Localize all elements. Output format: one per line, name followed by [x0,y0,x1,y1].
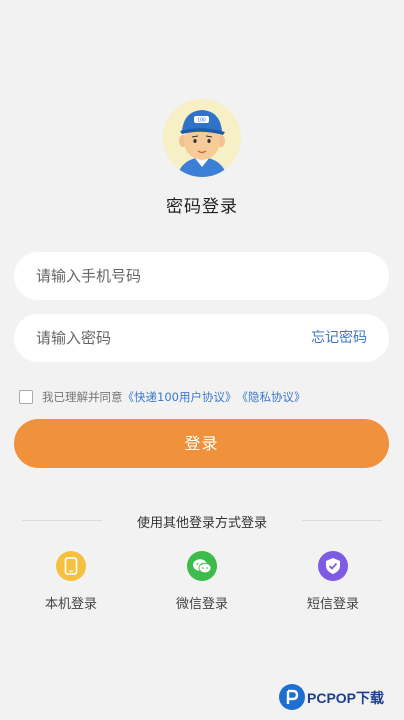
agreement-row: 我已理解并同意 《快递100用户协议》 《隐私协议》 [19,389,305,405]
phone-field[interactable] [14,252,389,300]
wechat-icon [187,551,217,581]
user-agreement-link[interactable]: 《快递100用户协议》 [123,389,237,405]
password-input[interactable] [36,314,296,362]
wechat-login-label: 微信登录 [175,597,228,612]
agree-prefix: 我已理解并同意 [42,390,123,404]
local-login-label: 本机登录 [44,597,97,612]
privacy-agreement-link[interactable]: 《隐私协议》 [236,389,305,405]
sms-login-option[interactable]: 短信登录 [293,551,373,612]
page-title: 密码登录 [166,197,238,217]
forgot-password-link[interactable]: 忘记密码 [311,314,367,362]
sms-login-label: 短信登录 [306,597,359,612]
shield-check-icon [318,551,348,581]
phone-input[interactable] [36,252,296,300]
password-field[interactable]: 忘记密码 [14,314,389,362]
login-button[interactable]: 登录 [14,419,389,468]
pcpop-logo-icon [279,684,305,710]
local-login-option[interactable]: 本机登录 [31,551,111,612]
watermark-text: PCPOP下载 [307,690,385,706]
other-methods-label: 使用其他登录方式登录 [136,516,267,531]
svg-text:100: 100 [197,118,206,124]
watermark: PCPOP下载 [279,684,399,714]
phone-icon [56,551,86,581]
wechat-login-option[interactable]: 微信登录 [162,551,242,612]
courier-avatar: 100 [163,99,241,177]
agree-checkbox[interactable] [19,390,33,404]
